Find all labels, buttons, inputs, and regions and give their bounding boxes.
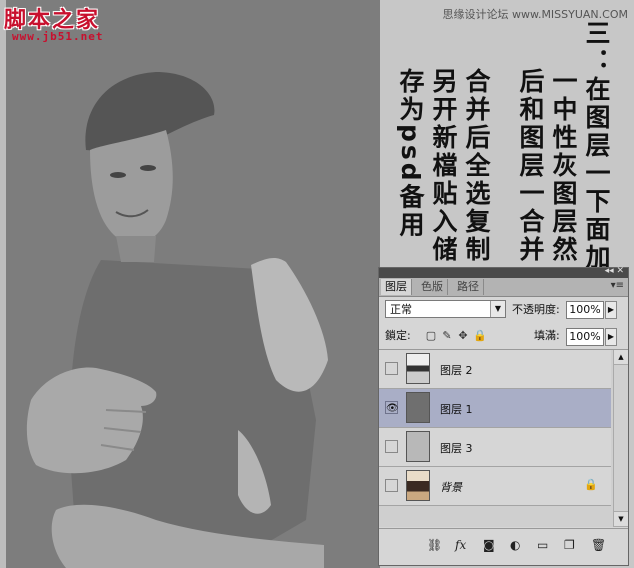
lock-move-icon[interactable]: ✥ [457, 330, 469, 342]
fill-field[interactable]: 100% [566, 328, 604, 346]
fx-icon[interactable]: fx [455, 538, 466, 552]
instruction-column-2: 一中性灰图层然 [549, 68, 578, 264]
site-url: www.jb51.net [12, 30, 104, 43]
instruction-column-1: 三：在图层一下面加 [582, 20, 611, 272]
instruction-column-5: 另开新檔贴入储 [429, 68, 458, 264]
lock-row: 鎖定: ▢ ✎ ✥ 🔒 填滿: 100% ▶ [379, 325, 628, 350]
instruction-column-6: 存为psd备用 [396, 68, 425, 240]
layer-name: 背景 [440, 481, 462, 494]
collapse-close-icon[interactable]: ◂◂ ✕ [605, 266, 624, 276]
blend-mode-select[interactable]: 正常 ▼ [385, 300, 506, 318]
instruction-column-3: 后和图层一合并 [516, 68, 545, 264]
visibility-toggle[interactable] [385, 362, 398, 375]
layers-panel: ◂◂ ✕ 图层 色版 路径 ▾≡ 正常 ▼ 不透明度: 100% ▶ 鎖定: ▢… [378, 266, 629, 566]
blend-mode-value: 正常 [390, 303, 412, 316]
instruction-column-4: 合并后全选复制 [462, 68, 491, 264]
lock-label: 鎖定: [385, 329, 411, 342]
folder-icon[interactable]: ▭ [537, 538, 548, 552]
trash-icon[interactable]: 🗑 [591, 538, 606, 552]
panel-menu-icon[interactable]: ▾≡ [611, 280, 624, 291]
opacity-field[interactable]: 100% [566, 301, 604, 319]
tab-paths[interactable]: 路径 [453, 279, 484, 295]
layer-name: 图层 2 [440, 364, 473, 377]
layers-scrollbar[interactable]: ▲ ▼ [613, 350, 628, 527]
layer-name: 图层 3 [440, 442, 473, 455]
new-layer-icon[interactable]: ❐ [564, 538, 575, 552]
layer-row[interactable]: 背景 🔒 [379, 467, 611, 506]
blend-row: 正常 ▼ 不透明度: 100% ▶ [379, 297, 628, 323]
layer-thumbnail [406, 470, 430, 501]
lock-all-icon[interactable]: 🔒 [473, 330, 487, 342]
opacity-label: 不透明度: [512, 303, 560, 316]
lock-transparent-icon[interactable]: ▢ [425, 330, 437, 342]
layer-row[interactable]: 图层 2 [379, 350, 611, 389]
chevron-down-icon[interactable]: ▼ [490, 301, 505, 317]
panel-titlebar[interactable]: ◂◂ ✕ [379, 266, 628, 278]
eye-icon[interactable]: 👁 [385, 401, 399, 414]
layer-row-selected[interactable]: 👁 图层 1 [379, 389, 611, 428]
layers-list: 图层 2 👁 图层 1 图层 3 背景 🔒 [379, 350, 628, 527]
layer-row[interactable]: 图层 3 [379, 428, 611, 467]
visibility-toggle[interactable] [385, 440, 398, 453]
layer-thumbnail [406, 353, 430, 384]
fill-arrow-icon[interactable]: ▶ [605, 328, 617, 346]
mask-icon[interactable]: ◙ [483, 538, 495, 552]
lock-paint-icon[interactable]: ✎ [441, 330, 453, 342]
opacity-arrow-icon[interactable]: ▶ [605, 301, 617, 319]
link-icon[interactable]: ⛓ [427, 538, 442, 552]
adjustment-icon[interactable]: ◐ [510, 538, 520, 552]
layer-thumbnail [406, 392, 430, 423]
panel-bottom-bar: ⛓ fx ◙ ◐ ▭ ❐ 🗑 [379, 528, 628, 565]
lock-icon: 🔒 [584, 478, 598, 491]
figure-illustration [26, 72, 328, 568]
visibility-toggle[interactable] [385, 479, 398, 492]
fill-label: 填滿: [534, 329, 560, 342]
layer-name: 图层 1 [440, 403, 473, 416]
panel-tabs: 图层 色版 路径 ▾≡ [379, 278, 628, 297]
scroll-down-icon[interactable]: ▼ [614, 511, 628, 527]
image-canvas [6, 0, 380, 568]
layer-thumbnail [406, 431, 430, 462]
tab-layers[interactable]: 图层 [381, 279, 412, 295]
tab-channels[interactable]: 色版 [417, 279, 448, 295]
scroll-up-icon[interactable]: ▲ [614, 350, 628, 365]
